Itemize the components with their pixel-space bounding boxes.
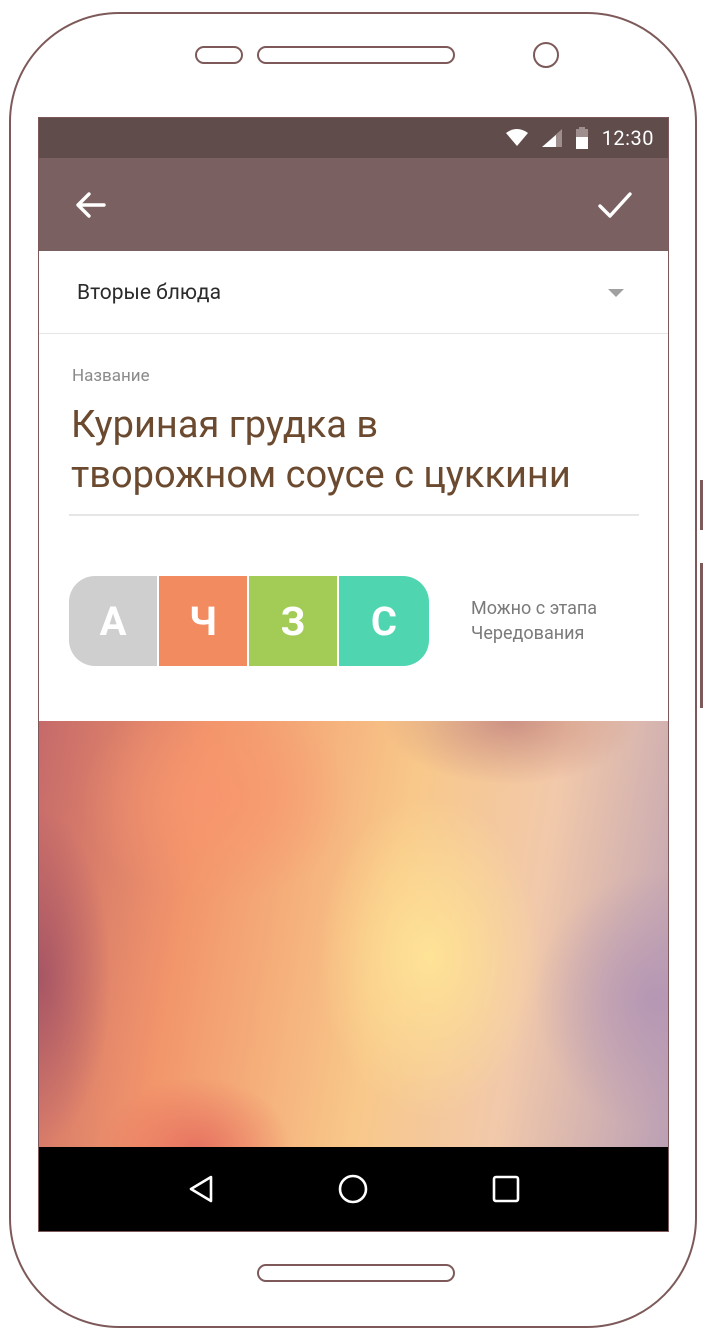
confirm-button[interactable]: [594, 184, 636, 226]
phase-note-line-2: Чередования: [471, 623, 585, 644]
diet-phase-selector: А Ч З С: [69, 576, 429, 666]
front-camera: [533, 42, 559, 68]
recipe-name-input[interactable]: Куриная грудка в творожном соусе с цукки…: [69, 400, 639, 516]
bottom-speaker: [257, 1264, 455, 1282]
recipe-name-line-2: творожном соусе с цуккини: [71, 453, 571, 497]
back-triangle-icon: [189, 1175, 213, 1203]
nav-back-button[interactable]: [181, 1169, 221, 1209]
name-field-label: Название: [72, 366, 150, 386]
power-button: [700, 480, 703, 530]
nav-recents-button[interactable]: [486, 1169, 526, 1209]
back-button[interactable]: [69, 184, 111, 226]
dropdown-arrow-icon: [608, 289, 624, 297]
phase-note: Можно с этапа Чередования: [471, 596, 651, 646]
nav-home-button[interactable]: [333, 1169, 373, 1209]
check-icon: [598, 192, 632, 218]
wifi-icon: [505, 129, 528, 146]
recents-square-icon: [492, 1175, 520, 1203]
category-dropdown[interactable]: Вторые блюда: [39, 251, 668, 334]
home-circle-icon: [339, 1174, 368, 1204]
status-bar: 12:30: [39, 118, 668, 158]
arrow-back-icon: [76, 192, 106, 218]
status-time: 12:30: [601, 126, 654, 150]
phase-stabilization[interactable]: С: [337, 576, 429, 666]
category-selected-value: Вторые блюда: [77, 281, 221, 305]
screen: 12:30 Вторые блюда Название Куриная груд…: [38, 117, 669, 1232]
phase-attack[interactable]: А: [69, 576, 157, 666]
phase-alternation[interactable]: Ч: [157, 576, 247, 666]
phase-note-line-1: Можно с этапа: [471, 598, 598, 619]
phase-consolidation[interactable]: З: [247, 576, 337, 666]
signal-icon: [541, 129, 562, 147]
recipe-name-line-1: Куриная грудка в: [71, 403, 379, 447]
battery-icon: [575, 127, 588, 149]
navigation-bar: [39, 1147, 668, 1231]
front-sensor: [195, 46, 243, 64]
recipe-photo[interactable]: [39, 721, 668, 1149]
earpiece-speaker: [257, 46, 455, 64]
volume-button: [700, 563, 703, 708]
app-bar: [39, 158, 668, 251]
